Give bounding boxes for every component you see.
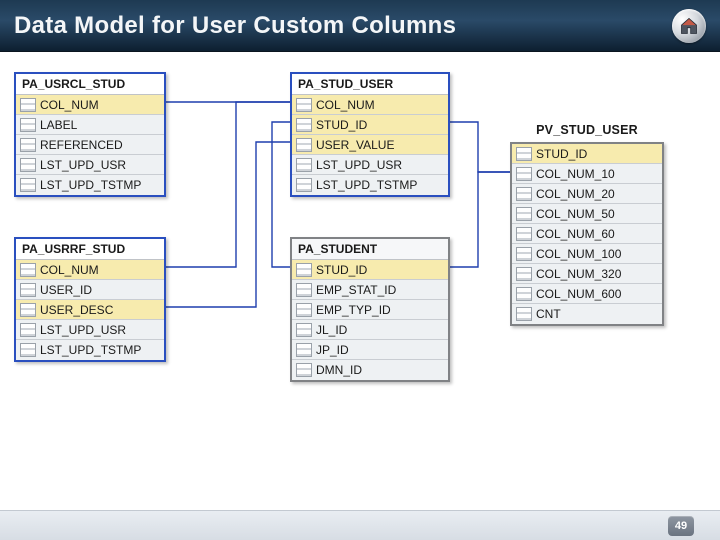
column-icon (516, 287, 532, 301)
home-button[interactable] (672, 9, 706, 43)
page-number-badge: 49 (668, 516, 694, 536)
column-row: EMP_STAT_ID (292, 280, 448, 300)
column-row: STUD_ID (292, 260, 448, 280)
column-icon (20, 343, 36, 357)
footer-bar: 49 (0, 510, 720, 540)
column-icon (20, 138, 36, 152)
column-icon (516, 267, 532, 281)
column-icon (296, 158, 312, 172)
column-row: COL_NUM_320 (512, 264, 662, 284)
column-row: JL_ID (292, 320, 448, 340)
table-header: PA_USRCL_STUD (16, 74, 164, 95)
column-icon (296, 118, 312, 132)
column-icon (20, 323, 36, 337)
column-row: USER_ID (16, 280, 164, 300)
column-icon (296, 283, 312, 297)
home-icon (679, 16, 699, 36)
column-row: STUD_ID (292, 115, 448, 135)
column-icon (516, 187, 532, 201)
table-pv-stud-user: STUD_ID COL_NUM_10 COL_NUM_20 COL_NUM_50… (510, 142, 664, 326)
table-header: PA_STUDENT (292, 239, 448, 260)
column-row: LST_UPD_TSTMP (16, 340, 164, 360)
column-row: LST_UPD_TSTMP (16, 175, 164, 195)
column-icon (20, 263, 36, 277)
table-pa-usrcl-stud: PA_USRCL_STUD COL_NUM LABEL REFERENCED L… (14, 72, 166, 197)
column-row: LABEL (16, 115, 164, 135)
diagram-canvas: PA_USRCL_STUD COL_NUM LABEL REFERENCED L… (0, 52, 720, 510)
column-row: EMP_TYP_ID (292, 300, 448, 320)
table-pa-student: PA_STUDENT STUD_ID EMP_STAT_ID EMP_TYP_I… (290, 237, 450, 382)
column-icon (516, 307, 532, 321)
column-row: COL_NUM (16, 95, 164, 115)
column-row: REFERENCED (16, 135, 164, 155)
column-row: CNT (512, 304, 662, 324)
column-row: COL_NUM (16, 260, 164, 280)
column-icon (296, 363, 312, 377)
column-row: USER_DESC (16, 300, 164, 320)
column-row: COL_NUM_600 (512, 284, 662, 304)
column-row: DMN_ID (292, 360, 448, 380)
column-row: COL_NUM_100 (512, 244, 662, 264)
column-icon (20, 178, 36, 192)
column-icon (516, 227, 532, 241)
column-row: LST_UPD_USR (292, 155, 448, 175)
column-icon (296, 323, 312, 337)
column-icon (20, 158, 36, 172)
column-icon (20, 98, 36, 112)
column-icon (516, 247, 532, 261)
table-header: PA_STUD_USER (292, 74, 448, 95)
table-pa-stud-user: PA_STUD_USER COL_NUM STUD_ID USER_VALUE … (290, 72, 450, 197)
column-row: LST_UPD_USR (16, 155, 164, 175)
column-icon (296, 178, 312, 192)
column-row: COL_NUM (292, 95, 448, 115)
column-row: COL_NUM_20 (512, 184, 662, 204)
table-pa-usrrf-stud: PA_USRRF_STUD COL_NUM USER_ID USER_DESC … (14, 237, 166, 362)
page-title: Data Model for User Custom Columns (14, 12, 456, 40)
column-icon (20, 303, 36, 317)
title-bar: Data Model for User Custom Columns (0, 0, 720, 52)
column-row: LST_UPD_TSTMP (292, 175, 448, 195)
column-row: STUD_ID (512, 144, 662, 164)
column-row: LST_UPD_USR (16, 320, 164, 340)
column-icon (296, 343, 312, 357)
column-row: COL_NUM_50 (512, 204, 662, 224)
table-header: PA_USRRF_STUD (16, 239, 164, 260)
column-icon (516, 167, 532, 181)
column-icon (296, 263, 312, 277)
view-label: PV_STUD_USER (510, 123, 664, 137)
column-icon (20, 118, 36, 132)
column-icon (296, 98, 312, 112)
column-icon (296, 303, 312, 317)
column-icon (20, 283, 36, 297)
column-icon (516, 147, 532, 161)
column-row: COL_NUM_60 (512, 224, 662, 244)
column-row: JP_ID (292, 340, 448, 360)
column-row: USER_VALUE (292, 135, 448, 155)
column-icon (296, 138, 312, 152)
column-row: COL_NUM_10 (512, 164, 662, 184)
column-icon (516, 207, 532, 221)
